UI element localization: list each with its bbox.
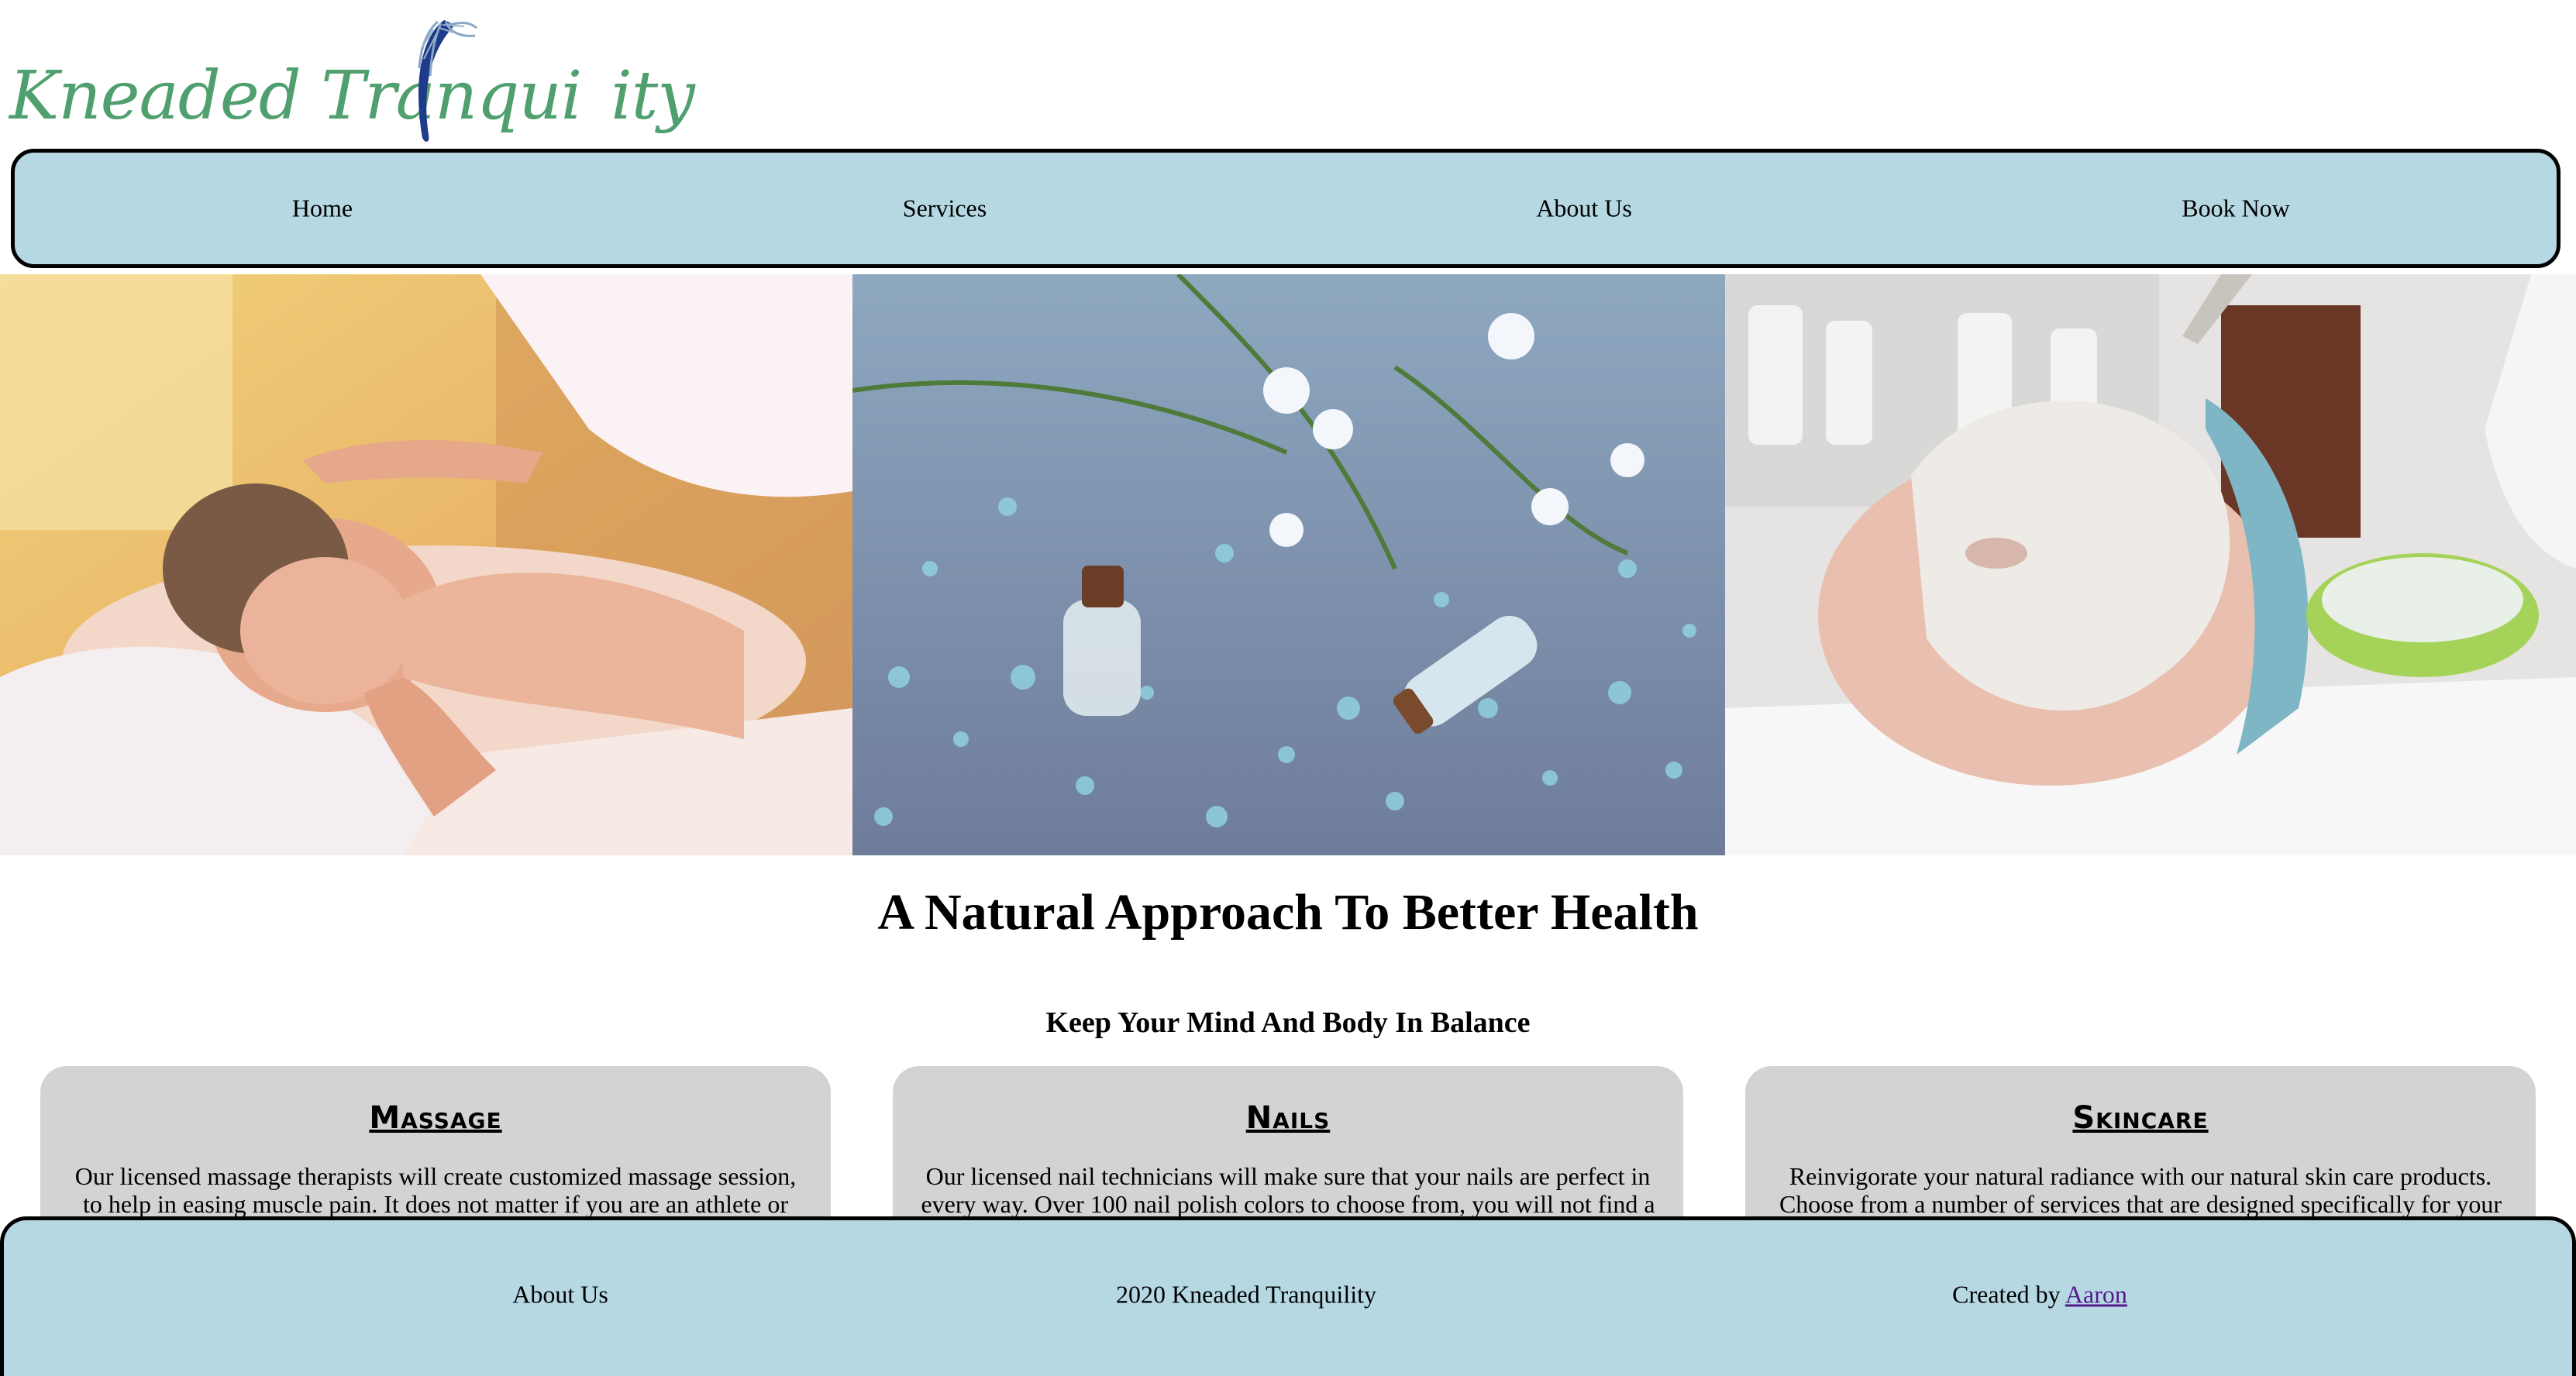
- hero-gallery: [0, 274, 2576, 855]
- footer: About Us 2020 Kneaded Tranquility Create…: [0, 1216, 2576, 1376]
- service-description: Our licensed massage therapists will cre…: [74, 1162, 797, 1218]
- service-description: Reinvigorate your natural radiance with …: [1779, 1162, 2502, 1218]
- footer-credit: Created by Aaron: [1952, 1281, 2127, 1309]
- footer-copyright: 2020 Kneaded Tranquility: [1116, 1280, 1376, 1309]
- nav-services-link[interactable]: Services: [903, 194, 987, 223]
- main-nav: Home Services About Us Book Now: [11, 149, 2561, 268]
- logo-text-left: Kneaded Tranqui: [9, 57, 582, 135]
- facial-mask-photo: [1725, 274, 2576, 855]
- logo-text: Kneaded Tranqui ity: [9, 57, 695, 135]
- service-description: Our licensed nail technicians will make …: [921, 1162, 1655, 1218]
- nav-book-now-link[interactable]: Book Now: [2182, 194, 2290, 223]
- service-title: Nails: [1245, 1100, 1331, 1136]
- nav-home-link[interactable]: Home: [292, 194, 353, 223]
- service-title: Massage: [369, 1100, 502, 1136]
- service-title: Skincare: [2072, 1100, 2209, 1136]
- logo-text-right: ity: [611, 57, 695, 135]
- massage-photo: [0, 274, 852, 855]
- footer-about-link[interactable]: About Us: [512, 1281, 608, 1309]
- footer-author-link[interactable]: Aaron: [2065, 1281, 2127, 1309]
- page-subheadline: Keep Your Mind And Body In Balance: [1045, 1006, 1531, 1039]
- bath-salts-photo: [852, 274, 1725, 855]
- logo[interactable]: Kneaded Tranqui ity: [6, 11, 695, 143]
- page-headline: A Natural Approach To Better Health: [877, 884, 1699, 941]
- palm-leaf-icon: [418, 20, 477, 142]
- nav-about-link[interactable]: About Us: [1536, 194, 1632, 223]
- footer-credit-label: Created by: [1952, 1280, 2061, 1309]
